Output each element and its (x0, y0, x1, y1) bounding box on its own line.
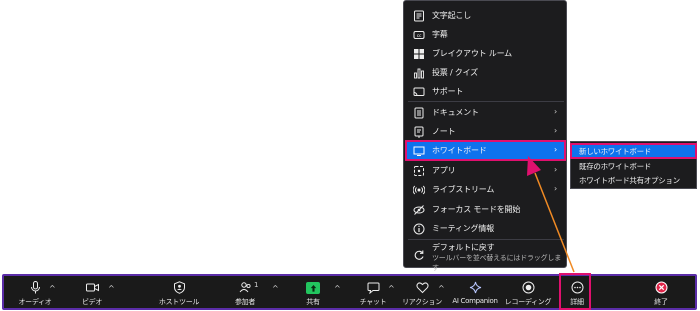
shield-icon (173, 281, 185, 294)
chat-label: チャット (359, 298, 387, 306)
reactions-label: リアクション (402, 298, 442, 306)
end-meeting-button[interactable]: 終了 (649, 276, 673, 308)
share-label: 共有 (306, 298, 320, 306)
video-label: ビデオ (81, 298, 103, 306)
heart-icon (415, 282, 429, 294)
ai-companion-button[interactable]: AI Companion (450, 276, 500, 308)
participants-label: 参加者 (234, 298, 256, 306)
reactions-options-caret[interactable]: ^ (438, 284, 445, 293)
chat-options-caret[interactable]: ^ (388, 284, 395, 293)
end-x-icon (655, 281, 667, 294)
sparkle-icon (469, 281, 481, 294)
ai-companion-label: AI Companion (452, 297, 498, 305)
share-screen-icon (306, 282, 320, 294)
more-button-highlight (559, 273, 591, 310)
share-button[interactable]: 共有 (300, 276, 326, 308)
annotation-arrow (527, 156, 575, 273)
microphone-icon (30, 281, 40, 294)
host-tools-label: ホストツール (158, 298, 200, 306)
video-options-caret[interactable]: ^ (108, 284, 115, 293)
record-icon (522, 281, 534, 294)
meeting-toolbar: オーディオ ^ ビデオ ^ ホストツール 参加者 1 ^ 共有 ^ チャット ^… (2, 274, 697, 310)
reactions-button[interactable]: リアクション (402, 276, 442, 308)
chat-icon (367, 282, 379, 294)
chat-button[interactable]: チャット (356, 276, 390, 308)
audio-label: オーディオ (18, 298, 52, 306)
recording-button[interactable]: レコーディング (504, 276, 552, 308)
audio-options-caret[interactable]: ^ (49, 284, 56, 293)
host-tools-button[interactable]: ホストツール (159, 276, 199, 308)
end-label: 終了 (654, 298, 668, 306)
video-button[interactable]: ビデオ (78, 276, 106, 308)
share-options-caret[interactable]: ^ (334, 284, 341, 293)
participants-count: 1 (254, 281, 259, 289)
video-camera-icon (85, 283, 99, 292)
participants-options-caret[interactable]: ^ (272, 284, 279, 293)
audio-button[interactable]: オーディオ (18, 276, 52, 308)
participants-icon (239, 282, 251, 293)
recording-label: レコーディング (504, 298, 552, 306)
